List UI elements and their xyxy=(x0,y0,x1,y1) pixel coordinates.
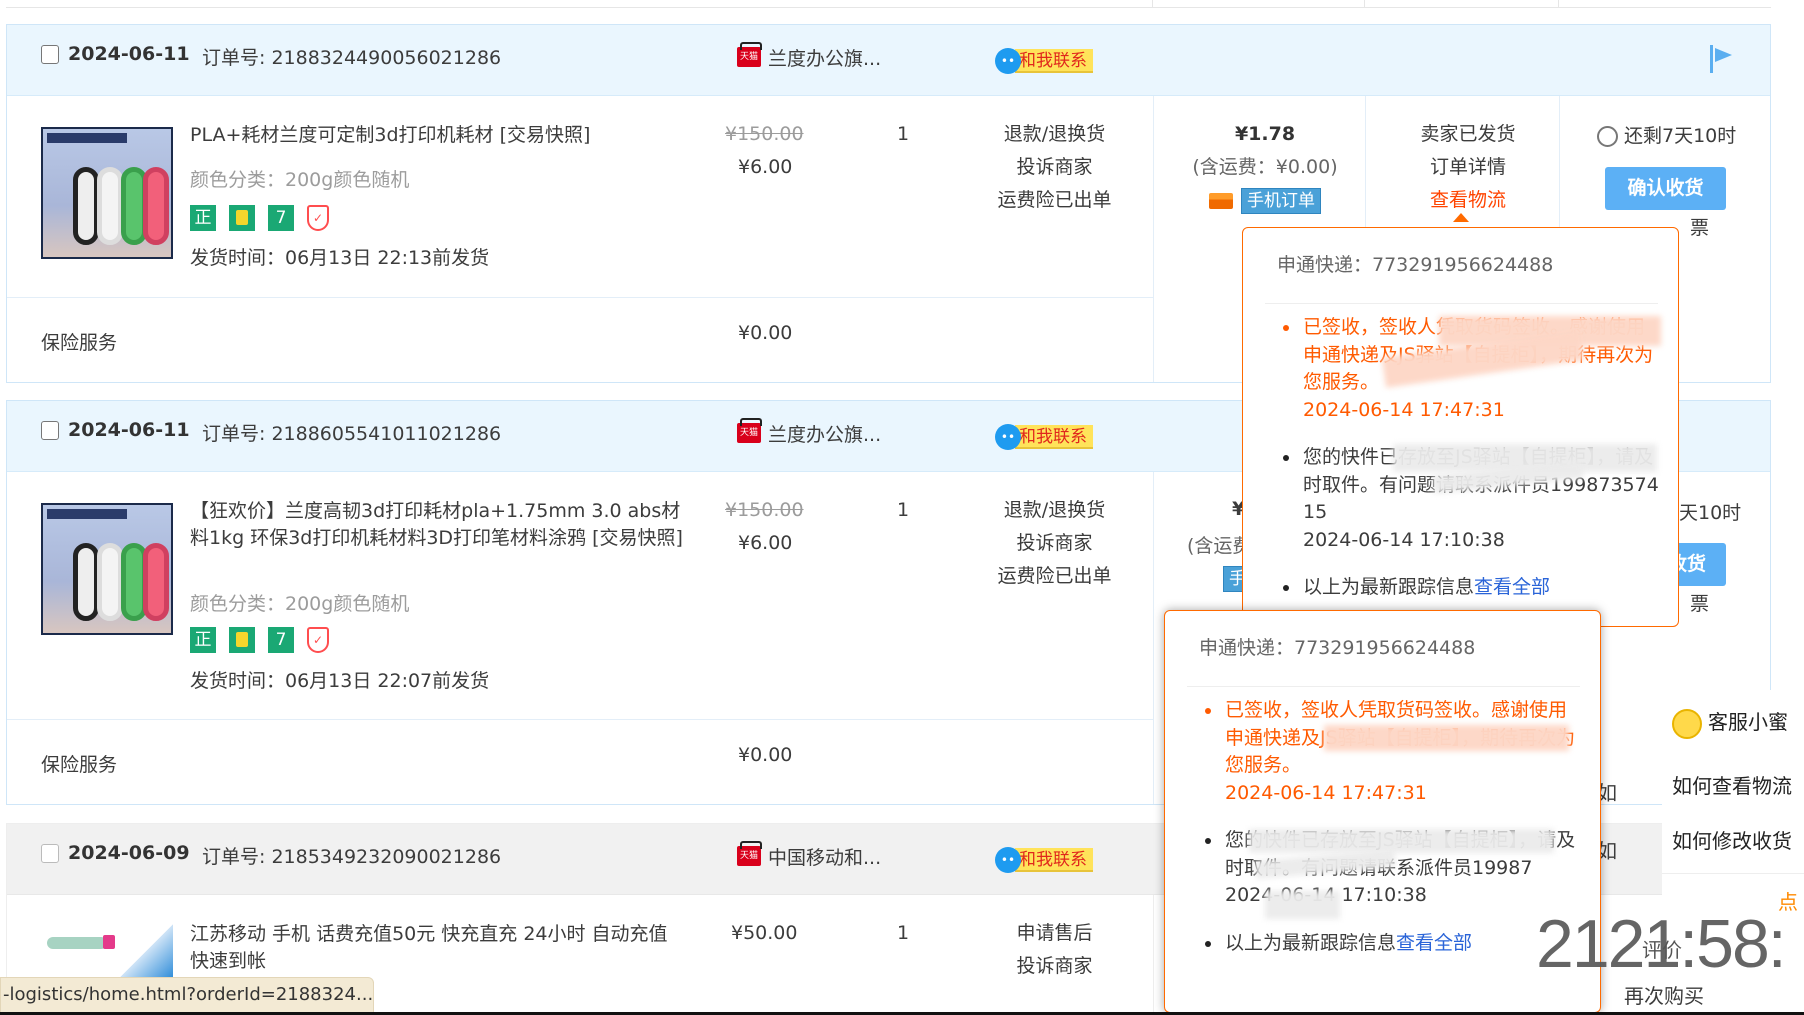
product-image[interactable] xyxy=(41,503,173,635)
order-date: 2024-06-11 xyxy=(68,43,190,65)
service-tags: 正 7 ✓ xyxy=(190,627,329,653)
genuine-icon[interactable]: 正 xyxy=(190,205,216,231)
seven-day-return-icon[interactable]: 7 xyxy=(268,205,294,231)
product-sku: 颜色分类：200g颜色随机 xyxy=(190,169,410,191)
refund-link[interactable]: 退款/退换货 xyxy=(967,494,1142,527)
plug-icon[interactable] xyxy=(229,205,255,231)
tmall-icon: 天猫 xyxy=(737,42,762,67)
tracking-number: 申通快递：773291956624488 xyxy=(1277,254,1554,276)
previous-order-bottom xyxy=(6,0,1771,8)
quantity: 1 xyxy=(897,123,910,145)
order-date: 2024-06-11 xyxy=(68,419,190,441)
status-bar-url: -logistics/home.html?orderId=2188324... xyxy=(0,977,374,1013)
mobile-order-badge: 手机订单 xyxy=(1241,187,1321,214)
order-checkbox[interactable] xyxy=(41,45,59,64)
quantity: 1 xyxy=(897,499,910,521)
logistics-popup: 申通快递：773291956624488 已签收，签收人凭取货码签收。感谢使用申… xyxy=(1242,227,1679,627)
quantity: 1 xyxy=(897,922,910,944)
insurance-value: ¥0.00 xyxy=(738,322,793,344)
original-price: ¥150.00 xyxy=(725,123,804,145)
order-checkbox[interactable] xyxy=(41,844,59,863)
order-total: ¥1.78 xyxy=(1234,123,1296,145)
contact-seller-button[interactable]: •• 和我联系 xyxy=(995,846,1093,873)
rate-link[interactable]: 评价 xyxy=(1642,934,1682,963)
card-icon xyxy=(1209,192,1233,209)
contact-seller-label: 和我联系 xyxy=(1015,847,1093,872)
confirm-receipt-button[interactable]: 确认收货 xyxy=(1605,167,1726,210)
insurance-label: 保险服务 xyxy=(41,332,118,354)
order-checkbox[interactable] xyxy=(41,421,59,440)
order-date: 2024-06-09 xyxy=(68,842,190,864)
contact-seller-button[interactable]: •• 和我联系 xyxy=(995,47,1093,74)
ship-time: 发货时间：06月13日 22:13前发货 xyxy=(190,247,490,269)
complain-link[interactable]: 投诉商家 xyxy=(967,950,1142,983)
popup-arrow xyxy=(1453,213,1469,222)
contact-seller-label: 和我联系 xyxy=(1015,48,1093,73)
shop-link[interactable]: 中国移动和... xyxy=(768,843,881,870)
ship-time: 发货时间：06月13日 22:07前发货 xyxy=(190,670,490,692)
shield-icon[interactable]: ✓ xyxy=(307,627,329,653)
stopwatch-icon xyxy=(1597,126,1618,147)
assistant-title[interactable]: 客服小蜜 xyxy=(1672,706,1788,739)
contact-seller-label: 和我联系 xyxy=(1015,424,1093,449)
assistant-question[interactable]: 如何查看物流 xyxy=(1672,770,1792,799)
insurance-label: 保险服务 xyxy=(41,754,118,776)
seven-day-return-icon[interactable]: 7 xyxy=(268,627,294,653)
shield-icon[interactable]: ✓ xyxy=(307,205,329,231)
shop-link[interactable]: 兰度办公旗... xyxy=(768,420,881,447)
product-title-link[interactable]: 【狂欢价】兰度高韧3d打印耗材pla+1.75mm 3.0 abs材料1kg 环… xyxy=(190,498,690,552)
shop-link[interactable]: 兰度办公旗... xyxy=(768,44,881,71)
plug-icon[interactable] xyxy=(229,627,255,653)
product-title-link[interactable]: 江苏移动 手机 话费充值50元 快充直充 24小时 自动充值 快速到帐 xyxy=(190,921,680,975)
unit-price: ¥6.00 xyxy=(738,156,793,178)
order-header: 2024-06-11 订单号: 2188324490056021286 天猫 兰… xyxy=(7,25,1770,96)
invoice-link[interactable]: 票 xyxy=(1690,589,1709,616)
product-image[interactable] xyxy=(41,127,173,259)
tmall-icon: 天猫 xyxy=(737,841,762,866)
order-status: 卖家已发货 xyxy=(1420,123,1516,145)
shipping-insurance-link[interactable]: 运费险已出单 xyxy=(967,184,1142,217)
chat-icon: •• xyxy=(995,423,1021,450)
view-all-link[interactable]: 查看全部 xyxy=(1396,932,1472,954)
invoice-link[interactable]: 票 xyxy=(1690,213,1709,240)
after-sale-link[interactable]: 申请售后 xyxy=(967,917,1142,950)
insurance-row: 保险服务 ¥0.00 xyxy=(7,719,1153,805)
insurance-row: 保险服务 ¥0.00 xyxy=(7,297,1153,383)
complain-link[interactable]: 投诉商家 xyxy=(967,527,1142,560)
complain-link[interactable]: 投诉商家 xyxy=(967,151,1142,184)
contact-seller-button[interactable]: •• 和我联系 xyxy=(995,423,1093,450)
countdown: 还剩7天10时 xyxy=(1624,125,1737,147)
shipping-fee: (含运费：¥0.00) xyxy=(1192,156,1338,178)
tmall-icon: 天猫 xyxy=(737,418,762,443)
unit-price: ¥6.00 xyxy=(738,532,793,554)
tracking-footer: 以上为最新跟踪信息查看全部 xyxy=(1187,930,1581,958)
order-detail-link[interactable]: 订单详情 xyxy=(1372,151,1564,184)
insurance-value: ¥0.00 xyxy=(738,744,793,766)
order-number: 订单号: 2185349232090021286 xyxy=(202,846,502,868)
order-number: 订单号: 2188324490056021286 xyxy=(202,47,502,69)
tracking-event: 已签收，签收人凭取货码签收。感谢使用申通快递及JS驿站【自提柜】，期待再次为您服… xyxy=(1187,697,1581,807)
shipping-insurance-link[interactable]: 运费险已出单 xyxy=(967,560,1142,593)
order-number: 订单号: 2188605541011021286 xyxy=(202,423,502,445)
unit-price: ¥50.00 xyxy=(731,922,798,944)
flag-icon[interactable] xyxy=(1708,45,1734,73)
tracking-number: 申通快递：773291956624488 xyxy=(1199,637,1476,659)
assistant-question[interactable]: 如何修改收货 xyxy=(1672,825,1792,854)
service-tags: 正 7 ✓ xyxy=(190,205,329,231)
product-sku: 颜色分类：200g颜色随机 xyxy=(190,593,410,615)
tracking-footer: 以上为最新跟踪信息查看全部 xyxy=(1265,574,1659,602)
original-price: ¥150.00 xyxy=(725,499,804,521)
rebuy-link[interactable]: 再次购买 xyxy=(1624,980,1704,1009)
bee-icon xyxy=(1672,708,1702,739)
assistant-title-label: 客服小蜜 xyxy=(1708,710,1788,734)
product-title-link[interactable]: PLA+耗材兰度可定制3d打印机耗材 [交易快照] xyxy=(190,122,590,149)
countdown: 天10时 xyxy=(1679,502,1742,524)
chat-icon: •• xyxy=(995,846,1021,873)
genuine-icon[interactable]: 正 xyxy=(190,627,216,653)
refund-link[interactable]: 退款/退换货 xyxy=(967,118,1142,151)
chat-icon: •• xyxy=(995,47,1021,74)
view-all-link[interactable]: 查看全部 xyxy=(1474,576,1550,598)
